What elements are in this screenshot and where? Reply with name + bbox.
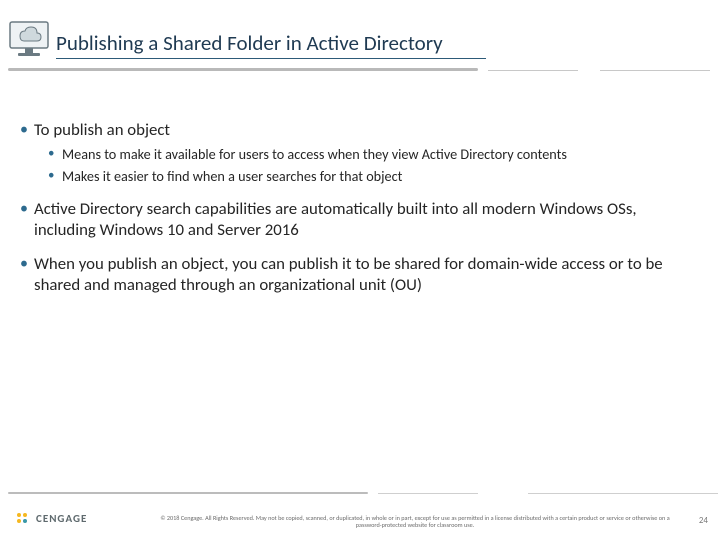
bullet-item: Active Directory search capabilities are…	[20, 199, 698, 240]
slide: Publishing a Shared Folder in Active Dir…	[0, 0, 720, 540]
header-divider	[0, 68, 720, 74]
copyright-text: © 2018 Cengage. All Rights Reserved. May…	[150, 515, 680, 531]
slide-footer: CENGAGE © 2018 Cengage. All Rights Reser…	[0, 492, 720, 540]
brand-mark-icon	[14, 510, 30, 526]
bullet-text: When you publish an object, you can publ…	[34, 253, 663, 294]
sub-bullet-text: Makes it easier to find when a user sear…	[62, 167, 402, 185]
bullet-item: When you publish an object, you can publ…	[20, 254, 698, 295]
slide-header: Publishing a Shared Folder in Active Dir…	[0, 0, 720, 66]
sub-bullet-item: Means to make it available for users to …	[34, 146, 698, 163]
slide-content: To publish an object Means to make it av…	[20, 120, 698, 309]
title-underline	[56, 58, 486, 59]
sub-bullet-item: Makes it easier to find when a user sear…	[34, 168, 698, 185]
bullet-text: Active Directory search capabilities are…	[34, 198, 637, 239]
footer-divider	[8, 492, 712, 496]
slide-title: Publishing a Shared Folder in Active Dir…	[56, 30, 443, 56]
brand-logo: CENGAGE	[14, 510, 87, 526]
sub-bullet-text: Means to make it available for users to …	[62, 145, 567, 163]
bullet-item: To publish an object Means to make it av…	[20, 120, 698, 185]
bullet-text: To publish an object	[34, 119, 170, 140]
page-number: 24	[699, 515, 708, 526]
cloud-monitor-icon	[8, 18, 50, 60]
brand-name: CENGAGE	[36, 512, 87, 525]
